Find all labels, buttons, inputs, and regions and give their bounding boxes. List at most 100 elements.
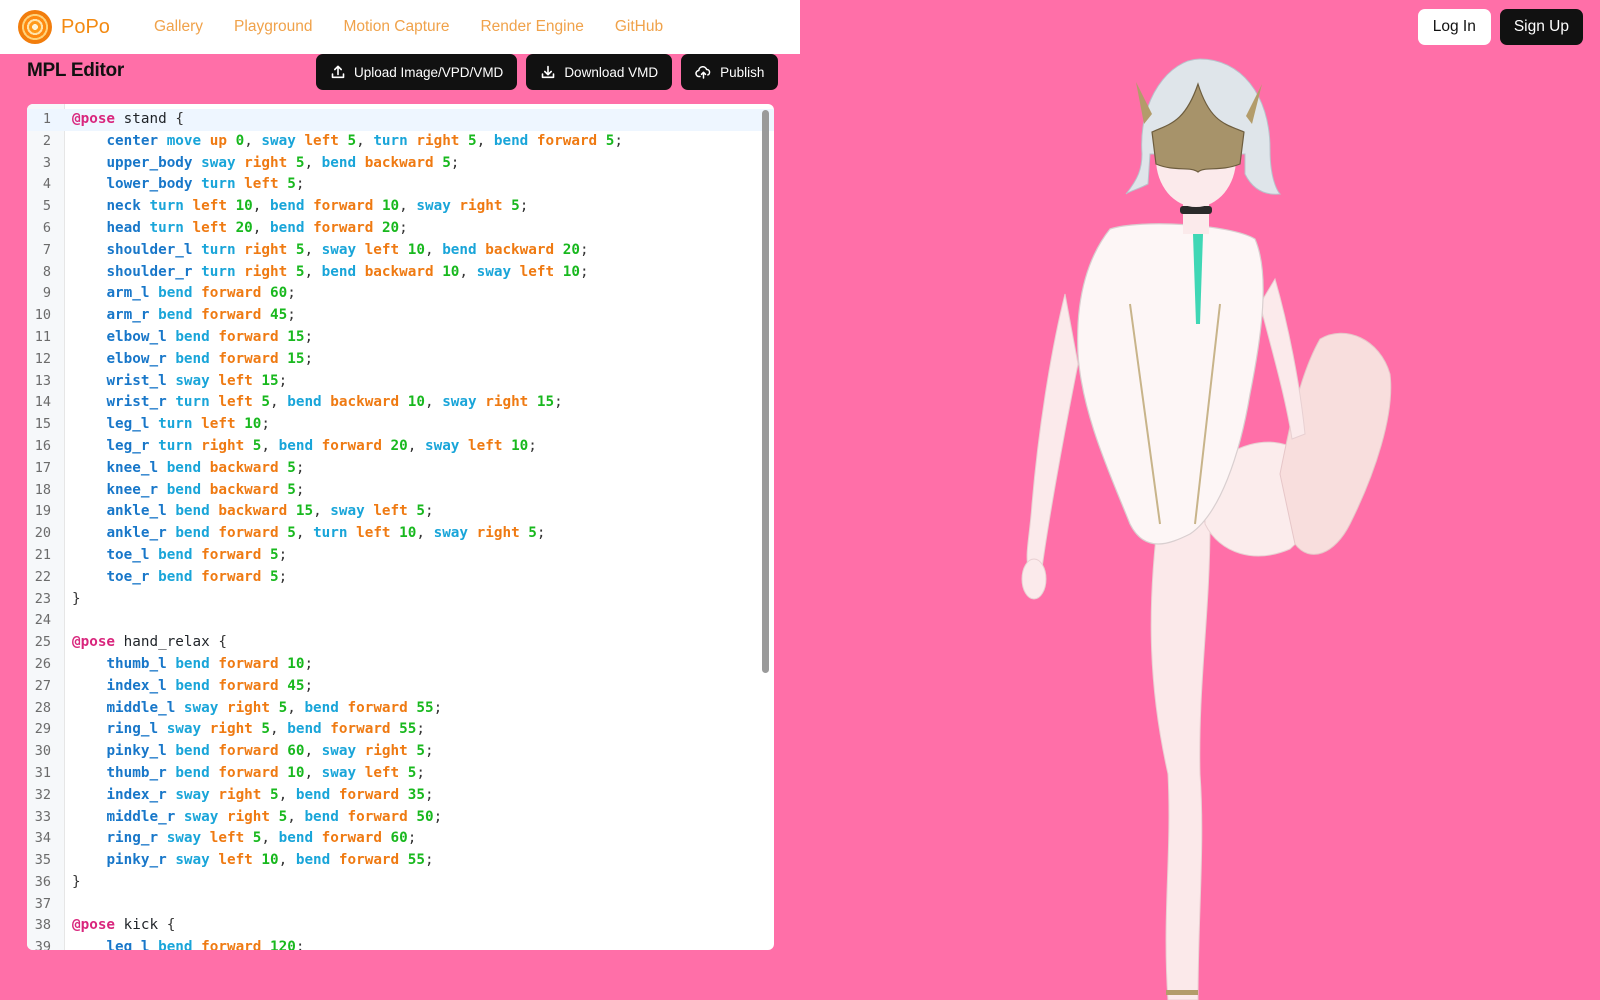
line-number: 20 [34, 525, 51, 542]
code-lines: 1 @pose stand {2 center move up 0, sway l… [27, 109, 774, 950]
code-line[interactable]: 15 leg_l turn left 10; [27, 414, 774, 436]
code-line[interactable]: 35 pinky_r sway left 10, bend forward 55… [27, 850, 774, 872]
line-code: elbow_r bend forward 15; [106, 350, 314, 367]
auth-buttons: Log In Sign Up [1417, 9, 1583, 45]
code-line[interactable]: 16 leg_r turn right 5, bend forward 20, … [27, 436, 774, 458]
left-hand [1021, 558, 1047, 600]
line-number: 33 [34, 808, 51, 825]
code-line[interactable]: 37 [27, 894, 774, 916]
line-code: toe_l bend forward 5; [106, 546, 288, 563]
code-line[interactable]: 13 wrist_l sway left 15; [27, 371, 774, 393]
line-number: 8 [42, 263, 51, 280]
code-line[interactable]: 38 @pose kick { [27, 915, 774, 937]
model-viewport[interactable] [800, 54, 1600, 1000]
line-code: thumb_r bend forward 10, sway left 5; [106, 764, 425, 781]
code-line[interactable]: 31 thumb_r bend forward 10, sway left 5; [27, 763, 774, 785]
code-line[interactable]: 6 head turn left 20, bend forward 20; [27, 218, 774, 240]
code-line[interactable]: 19 ankle_l bend backward 15, sway left 5… [27, 501, 774, 523]
code-line[interactable]: 20 ankle_r bend forward 5, turn left 10,… [27, 523, 774, 545]
code-line[interactable]: 25 @pose hand_relax { [27, 632, 774, 654]
line-code: ankle_r bend forward 5, turn left 10, sw… [106, 525, 546, 542]
code-line[interactable]: 11 elbow_l bend forward 15; [27, 327, 774, 349]
nav-github[interactable]: GitHub [615, 18, 663, 36]
line-number: 10 [34, 307, 51, 324]
line-number: 3 [42, 154, 51, 171]
upload-button[interactable]: Upload Image/VPD/VMD [316, 54, 518, 90]
code-line[interactable]: 1 @pose stand { [27, 109, 774, 131]
line-number: 2 [42, 132, 51, 149]
code-line[interactable]: 8 shoulder_r turn right 5, bend backward… [27, 262, 774, 284]
code-line[interactable]: 10 arm_r bend forward 45; [27, 305, 774, 327]
code-line[interactable]: 2 center move up 0, sway left 5, turn ri… [27, 131, 774, 153]
code-line[interactable]: 21 toe_l bend forward 5; [27, 545, 774, 567]
left-arm [1026, 293, 1079, 569]
code-line[interactable]: 36} [27, 872, 774, 894]
line-number: 32 [34, 786, 51, 803]
line-code: middle_r sway right 5, bend forward 50; [106, 808, 443, 825]
line-code: leg_l bend forward 120; [106, 939, 305, 950]
line-number: 31 [34, 764, 51, 781]
code-line[interactable]: 39 leg_l bend forward 120; [27, 937, 774, 950]
line-code: @pose stand { [72, 111, 184, 127]
line-code: @pose hand_relax { [72, 634, 227, 651]
line-number: 11 [34, 328, 51, 345]
download-icon [542, 65, 555, 79]
publish-button[interactable]: Publish [681, 54, 779, 90]
nav-playground[interactable]: Playground [234, 18, 312, 36]
code-line[interactable]: 3 upper_body sway right 5, bend backward… [27, 153, 774, 175]
standing-leg [1150, 503, 1211, 1000]
line-code: @pose kick { [72, 917, 176, 934]
nav-motion-capture[interactable]: Motion Capture [343, 18, 449, 36]
line-number: 39 [34, 939, 51, 950]
line-number: 37 [34, 895, 51, 912]
nav-gallery[interactable]: Gallery [154, 18, 203, 36]
code-line[interactable]: 4 lower_body turn left 5; [27, 174, 774, 196]
upload-label: Upload Image/VPD/VMD [354, 64, 504, 80]
line-code: knee_l bend backward 5; [106, 459, 305, 476]
line-number: 30 [34, 743, 51, 760]
code-line[interactable]: 7 shoulder_l turn right 5, sway left 10,… [27, 240, 774, 262]
code-line[interactable]: 26 thumb_l bend forward 10; [27, 654, 774, 676]
download-vmd-button[interactable]: Download VMD [526, 54, 673, 90]
code-line[interactable]: 14 wrist_r turn left 5, bend backward 10… [27, 392, 774, 414]
line-number: 22 [34, 568, 51, 585]
line-code: lower_body turn left 5; [106, 176, 305, 193]
line-code: thumb_l bend forward 10; [106, 655, 314, 672]
line-code: center move up 0, sway left 5, turn righ… [106, 132, 623, 149]
logo[interactable]: PoPo [18, 10, 110, 44]
line-code: toe_r bend forward 5; [106, 568, 288, 585]
line-code: ring_r sway left 5, bend forward 60; [106, 830, 417, 847]
line-number: 7 [42, 241, 51, 258]
code-line[interactable]: 22 toe_r bend forward 5; [27, 567, 774, 589]
line-code: shoulder_l turn right 5, sway left 10, b… [106, 241, 589, 258]
code-line[interactable]: 5 neck turn left 10, bend forward 10, sw… [27, 196, 774, 218]
code-line[interactable]: 27 index_l bend forward 45; [27, 676, 774, 698]
code-line[interactable]: 9 arm_l bend forward 60; [27, 283, 774, 305]
line-code: arm_l bend forward 60; [106, 285, 296, 302]
code-line[interactable]: 34 ring_r sway left 5, bend forward 60; [27, 828, 774, 850]
publish-label: Publish [720, 64, 765, 80]
line-number: 27 [34, 677, 51, 694]
line-number: 18 [34, 481, 51, 498]
line-number: 28 [34, 699, 51, 716]
code-line[interactable]: 28 middle_l sway right 5, bend forward 5… [27, 698, 774, 720]
code-line[interactable]: 12 elbow_r bend forward 15; [27, 349, 774, 371]
right-arm [1259, 277, 1306, 440]
code-line[interactable]: 24 [27, 610, 774, 632]
editor-scrollbar[interactable] [762, 110, 769, 673]
code-line[interactable]: 23} [27, 589, 774, 611]
code-line[interactable]: 18 knee_r bend backward 5; [27, 480, 774, 502]
code-line[interactable]: 32 index_r sway right 5, bend forward 35… [27, 785, 774, 807]
nav-render-engine[interactable]: Render Engine [480, 18, 583, 36]
code-line[interactable]: 33 middle_r sway right 5, bend forward 5… [27, 807, 774, 829]
code-line[interactable]: 29 ring_l sway right 5, bend forward 55; [27, 719, 774, 741]
signup-button[interactable]: Sign Up [1499, 9, 1583, 45]
line-code: knee_r bend backward 5; [106, 481, 305, 498]
line-code: index_r sway right 5, bend forward 35; [106, 786, 434, 803]
code-line[interactable]: 17 knee_l bend backward 5; [27, 458, 774, 480]
login-button[interactable]: Log In [1417, 9, 1491, 45]
code-editor[interactable]: 1 @pose stand {2 center move up 0, sway l… [27, 104, 774, 950]
code-line[interactable]: 30 pinky_l bend forward 60, sway right 5… [27, 741, 774, 763]
line-number: 4 [42, 176, 51, 193]
line-number: 14 [34, 394, 51, 411]
